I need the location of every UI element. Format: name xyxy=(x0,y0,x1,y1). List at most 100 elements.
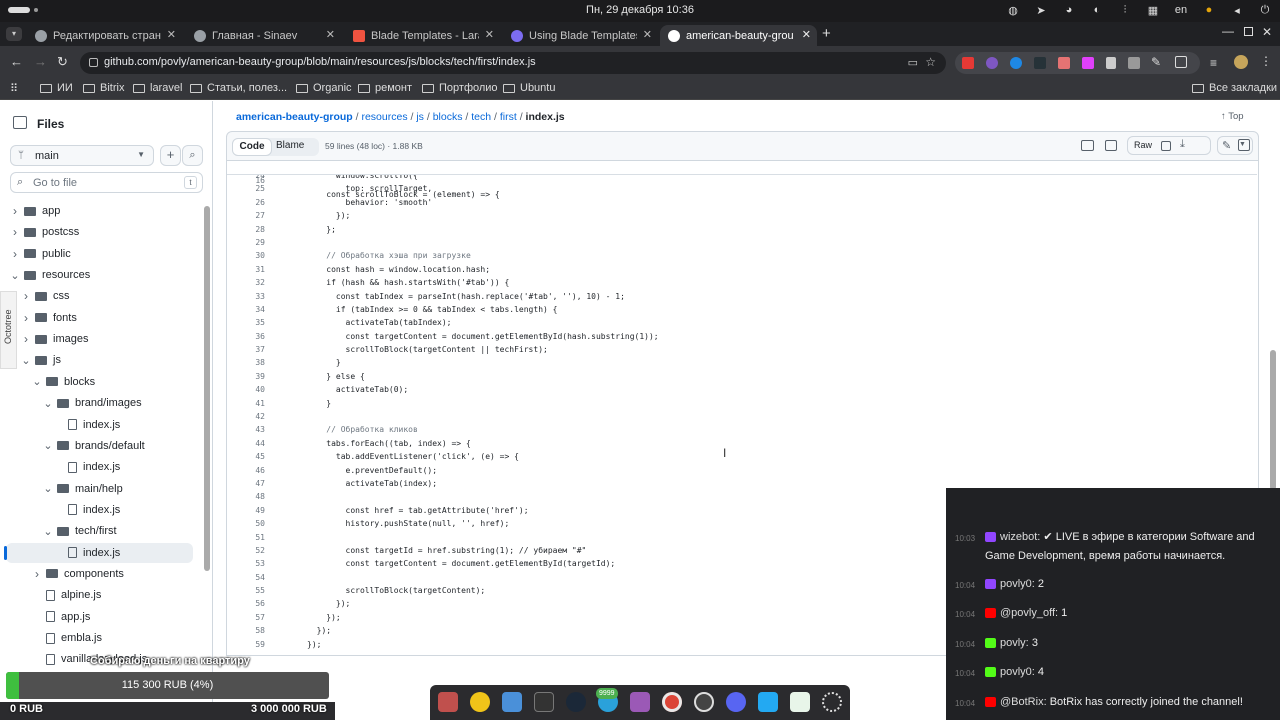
media-controls-icon[interactable]: ≡ xyxy=(1210,56,1217,70)
site-info-icon[interactable] xyxy=(89,58,98,67)
obsidian-app-icon[interactable] xyxy=(630,692,650,712)
menu-icon[interactable]: ⋮ xyxy=(1260,54,1272,68)
browser-tab-4[interactable]: Using Blade Templates in ✕ xyxy=(503,25,658,46)
symbols-panel-icon[interactable] xyxy=(1238,139,1250,151)
line-number[interactable]: 44 xyxy=(227,437,265,450)
microphone-icon[interactable]: ● xyxy=(1202,3,1216,17)
close-icon[interactable]: ✕ xyxy=(326,28,335,41)
close-icon[interactable]: ✕ xyxy=(167,28,176,41)
extension-icon[interactable] xyxy=(1010,57,1022,69)
close-icon[interactable]: ✕ xyxy=(485,28,494,41)
back-icon[interactable]: ← xyxy=(10,54,23,69)
line-number[interactable]: 31 xyxy=(227,263,265,276)
line-number[interactable]: 58 xyxy=(227,624,265,637)
add-file-button[interactable]: + xyxy=(160,145,181,166)
search-button[interactable]: ⌕ xyxy=(182,145,203,166)
tree-file[interactable]: index.js xyxy=(6,415,193,435)
line-number[interactable]: 39 xyxy=(227,370,265,383)
line-number[interactable]: 55 xyxy=(227,584,265,597)
raw-button[interactable]: Raw xyxy=(1134,140,1152,150)
avatar[interactable] xyxy=(1234,55,1248,69)
chrome-icon[interactable]: ◍ xyxy=(1006,3,1020,17)
line-number[interactable]: 50 xyxy=(227,517,265,530)
browser-tab-5-active[interactable]: american-beauty-group/ ✕ xyxy=(660,25,817,46)
chevron-right-icon[interactable]: › xyxy=(21,289,31,303)
line-number[interactable]: 49 xyxy=(227,504,265,517)
bookmark-folder[interactable]: Bitrix xyxy=(83,82,124,94)
tree-file[interactable]: index.js xyxy=(6,500,193,520)
line-number[interactable]: 46 xyxy=(227,464,265,477)
address-bar[interactable]: github.com/povly/american-beauty-group/b… xyxy=(80,52,946,74)
bookmark-folder[interactable]: Organic xyxy=(296,82,352,94)
puzzle-icon[interactable] xyxy=(1175,56,1187,68)
copy-icon[interactable] xyxy=(1161,141,1171,151)
pen-icon[interactable]: ✎ xyxy=(1151,55,1161,69)
editor-app-icon[interactable] xyxy=(502,692,522,712)
line-number[interactable]: 36 xyxy=(227,330,265,343)
line-number[interactable]: 41 xyxy=(227,397,265,410)
bookmark-folder[interactable]: ИИ xyxy=(40,82,73,94)
tab-search-icon[interactable]: ▾ xyxy=(6,27,22,41)
close-icon[interactable]: ✕ xyxy=(802,28,811,41)
apps-icon[interactable]: ⠿ xyxy=(10,82,18,95)
chevron-down-icon[interactable]: ⌄ xyxy=(43,482,53,495)
terminal-app-icon[interactable] xyxy=(534,692,554,712)
line-number[interactable]: 35 xyxy=(227,316,265,329)
extension-icon[interactable] xyxy=(1082,57,1094,69)
line-number[interactable]: 52 xyxy=(227,544,265,557)
new-tab-icon[interactable]: + xyxy=(822,25,831,42)
chrome-app-icon[interactable] xyxy=(662,692,682,712)
tree-folder[interactable]: › fonts xyxy=(6,308,193,328)
tree-file[interactable]: alpine.js xyxy=(6,585,193,605)
line-number[interactable]: 47 xyxy=(227,477,265,490)
breadcrumb-item[interactable]: first xyxy=(500,111,517,123)
copilot-chat-icon[interactable] xyxy=(1105,140,1117,151)
keyboard-icon[interactable]: ▦ xyxy=(1146,3,1160,17)
maximize-icon[interactable] xyxy=(1244,27,1253,36)
line-number[interactable]: 54 xyxy=(227,571,265,584)
breadcrumb-repo[interactable]: american-beauty-group xyxy=(236,111,353,123)
tree-file[interactable]: index.js xyxy=(6,457,193,477)
tree-folder[interactable]: ⌄ tech/first xyxy=(6,521,193,541)
branch-selector[interactable]: ᛘ main ▼ xyxy=(10,145,154,166)
trash-app-icon[interactable] xyxy=(790,692,810,712)
browser-tab-3[interactable]: Blade Templates - Larave ✕ xyxy=(345,25,500,46)
line-number[interactable]: 48 xyxy=(227,490,265,503)
extension-icon[interactable] xyxy=(1058,57,1070,69)
collapse-sidebar-icon[interactable] xyxy=(13,116,27,129)
app-grid-icon[interactable] xyxy=(822,692,842,712)
steam-icon[interactable]: ◐ xyxy=(1090,3,1104,17)
tree-folder[interactable]: › images xyxy=(6,329,193,349)
breadcrumb-item[interactable]: tech xyxy=(471,111,491,123)
chevron-down-icon[interactable]: ⌄ xyxy=(43,525,53,538)
line-number[interactable]: 33 xyxy=(227,290,265,303)
bookmark-star-icon[interactable]: ☆ xyxy=(925,55,936,69)
tree-folder[interactable]: ⌄ blocks xyxy=(6,372,193,392)
breadcrumb-item[interactable]: resources xyxy=(361,111,407,123)
chevron-down-icon[interactable]: ⌄ xyxy=(43,397,53,410)
line-number[interactable]: 42 xyxy=(227,410,265,423)
all-bookmarks[interactable]: Все закладки xyxy=(1192,82,1277,94)
tree-folder[interactable]: › components xyxy=(6,564,193,584)
chevron-right-icon[interactable]: › xyxy=(10,225,20,239)
tab-blame[interactable]: Blame xyxy=(276,140,304,151)
forward-icon[interactable]: → xyxy=(34,54,47,69)
chevron-right-icon[interactable]: › xyxy=(21,332,31,346)
pencil-icon[interactable]: ✎ xyxy=(1222,139,1231,152)
line-number[interactable]: 45 xyxy=(227,450,265,463)
tree-folder[interactable]: ⌄ main/help xyxy=(6,479,193,499)
steam-app-icon[interactable] xyxy=(566,692,586,712)
line-number[interactable]: 56 xyxy=(227,597,265,610)
tree-folder[interactable]: ⌄ js xyxy=(6,350,193,370)
tree-file[interactable]: app.js xyxy=(6,607,193,627)
bookmark-folder[interactable]: Статьи, полез... xyxy=(190,82,287,94)
install-icon[interactable]: ▭ xyxy=(908,56,918,69)
octotree-toggle[interactable]: Octotree xyxy=(0,291,17,369)
line-number[interactable]: 40 xyxy=(227,383,265,396)
tree-folder[interactable]: ⌄ brands/default xyxy=(6,436,193,456)
tree-file[interactable]: embla.js xyxy=(6,628,193,648)
download-icon[interactable]: ⤓ xyxy=(1180,138,1185,151)
chevron-right-icon[interactable]: › xyxy=(21,311,31,325)
top-link[interactable]: ↑ Top xyxy=(1221,111,1244,122)
discord-icon[interactable]: ◕ xyxy=(1062,3,1076,17)
